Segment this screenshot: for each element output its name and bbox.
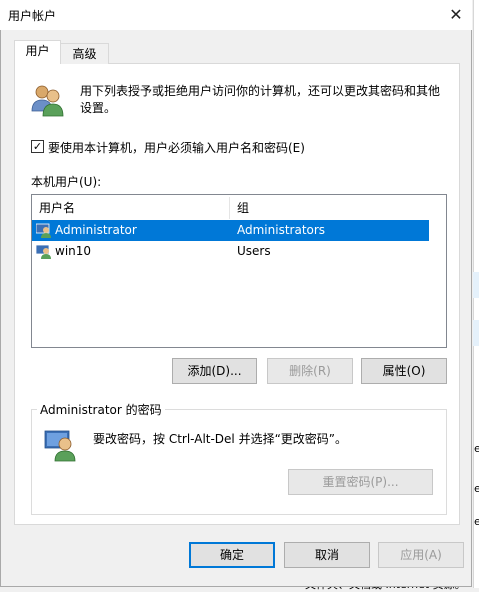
properties-button[interactable]: 属性(O): [361, 358, 447, 384]
user-icon: [36, 244, 51, 259]
local-users-label: 本机用户(U):: [31, 175, 102, 189]
password-change-hint: 要改密码，按 Ctrl-Alt-Del 并选择“更改密码”。: [93, 432, 348, 446]
apply-button[interactable]: 应用(A): [378, 542, 464, 568]
ok-button[interactable]: 确定: [189, 542, 275, 568]
users-icon: [31, 85, 64, 117]
password-groupbox: [31, 409, 447, 515]
background-window-bar: [473, 320, 479, 346]
tab-advanced[interactable]: 高级: [61, 43, 109, 64]
user-password-icon: [44, 430, 76, 462]
checkmark-icon: ✓: [32, 140, 43, 153]
title-bar[interactable]: [0, 0, 472, 30]
user-icon: [36, 223, 51, 238]
background-text-fragment: e: [474, 515, 479, 528]
user-group-cell[interactable]: Administrators: [237, 220, 325, 241]
intro-text: 用下列表授予或拒绝用户访问你的计算机，还可以更改其密码和其他: [80, 84, 441, 98]
close-icon: ✕: [449, 5, 463, 24]
background-window-bar: [473, 272, 479, 298]
column-header-group[interactable]: 组: [237, 197, 249, 221]
close-button[interactable]: ✕: [444, 4, 468, 26]
user-name-cell[interactable]: Administrator: [55, 220, 137, 241]
tab-users[interactable]: 用户: [14, 40, 61, 64]
require-login-label[interactable]: 要使用本计算机，用户必须输入用户名和密码(E): [48, 139, 305, 156]
user-name-cell[interactable]: win10: [55, 241, 91, 262]
background-text-fragment: e: [474, 482, 479, 495]
cancel-button[interactable]: 取消: [284, 542, 370, 568]
intro-text-cont: 设置。: [80, 101, 117, 115]
password-group-title: Administrator 的密码: [37, 401, 165, 418]
require-login-checkbox[interactable]: ✓: [31, 140, 44, 153]
window-title: 用户帐户: [8, 9, 57, 23]
user-group-cell[interactable]: Users: [237, 241, 271, 262]
remove-user-button[interactable]: 删除(R): [267, 358, 353, 384]
column-separator[interactable]: [229, 197, 230, 219]
reset-password-button[interactable]: 重置密码(P)...: [288, 469, 433, 495]
column-header-username[interactable]: 用户名: [39, 197, 75, 221]
add-user-button[interactable]: 添加(D)...: [172, 358, 257, 384]
background-text-fragment: e: [474, 442, 479, 455]
